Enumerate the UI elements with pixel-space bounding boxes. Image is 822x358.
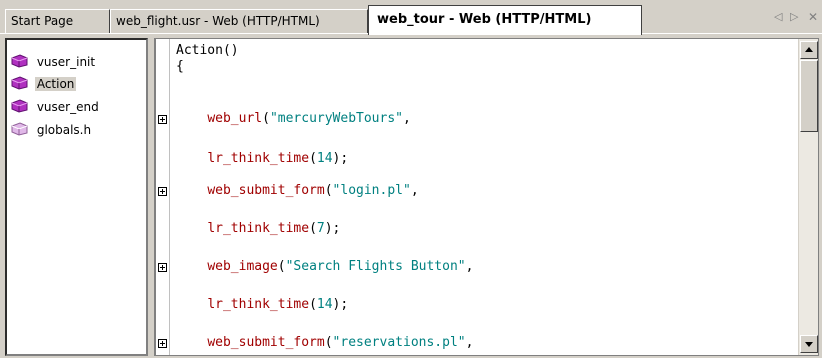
string-literal: "Search Flights Button" (285, 259, 466, 274)
function-name: lr_think_time (207, 297, 310, 312)
tree-item-label: globals.h (36, 123, 92, 137)
number-literal: 7 (316, 221, 325, 236)
fold-gutter (156, 39, 170, 355)
function-name: web_submit_form (207, 335, 325, 350)
vertical-scrollbar[interactable] (798, 39, 818, 355)
code-punctuation: , (403, 111, 411, 126)
script-file-icon (11, 54, 28, 68)
code-punctuation: , (465, 259, 474, 274)
code-punctuation: ); (332, 297, 349, 312)
tab-web-tour[interactable]: web_tour - Web (HTTP/HTML) (368, 5, 642, 35)
code-punctuation: ); (324, 221, 341, 236)
code-line: lr_think_time(7); (207, 221, 341, 236)
code-line: lr_think_time(14); (207, 297, 349, 312)
tab-web-flight[interactable]: web_flight.usr - Web (HTTP/HTML) (110, 9, 368, 33)
fold-expand-icon[interactable] (158, 339, 167, 348)
scroll-down-button[interactable] (800, 335, 818, 353)
pane-splitter[interactable] (148, 38, 155, 356)
script-tree-pane: vuser_init Action vuser_end globals.h (5, 38, 148, 356)
function-name: lr_think_time (207, 151, 310, 166)
code-punctuation: ); (332, 151, 349, 166)
tab-scroll-left-icon[interactable]: ◁ (774, 10, 782, 23)
tree-item-action[interactable]: Action (10, 74, 77, 94)
code-line: web_submit_form("login.pl", (207, 183, 419, 198)
script-editor-window: Start Page web_flight.usr - Web (HTTP/HT… (0, 0, 822, 358)
code-line: lr_think_time(14); (207, 151, 349, 166)
string-literal: "login.pl" (332, 183, 411, 198)
function-name: web_url (207, 111, 263, 126)
tab-scroll-right-icon[interactable]: ▷ (790, 10, 798, 23)
function-name: web_submit_form (207, 183, 325, 198)
string-literal: "mercuryWebTours" (269, 111, 403, 126)
fold-expand-icon[interactable] (158, 187, 167, 196)
tree-item-label: vuser_end (36, 100, 99, 114)
number-literal: 14 (316, 151, 333, 166)
close-icon[interactable]: ✕ (808, 10, 818, 24)
document-tab-bar: Start Page web_flight.usr - Web (HTTP/HT… (0, 0, 822, 38)
function-name: web_image (207, 259, 278, 274)
string-literal: "reservations.pl" (332, 335, 466, 350)
script-file-icon (11, 76, 28, 90)
scrollbar-thumb[interactable] (800, 60, 818, 132)
code-punctuation: , (410, 183, 419, 198)
tab-start-page[interactable]: Start Page (5, 9, 110, 33)
code-line: web_image("Search Flights Button", (207, 259, 474, 274)
fold-expand-icon[interactable] (158, 263, 167, 272)
header-file-icon (11, 122, 28, 136)
tree-item-label: Action (34, 77, 77, 91)
function-name: lr_think_time (207, 221, 310, 236)
tree-item-vuser-init[interactable]: vuser_init (10, 52, 97, 72)
script-file-icon (11, 99, 28, 113)
code-text: Action() (176, 43, 239, 58)
scroll-up-button[interactable] (800, 41, 818, 59)
tree-item-globals[interactable]: globals.h (10, 120, 93, 140)
code-text: { (176, 59, 184, 74)
tree-item-label: vuser_init (36, 55, 96, 69)
tree-item-vuser-end[interactable]: vuser_end (10, 97, 101, 117)
code-punctuation: , (465, 335, 474, 350)
code-editor[interactable]: Action() { web_url("mercuryWebTours", lr… (155, 38, 819, 356)
number-literal: 14 (316, 297, 333, 312)
fold-expand-icon[interactable] (158, 115, 167, 124)
code-line: web_url("mercuryWebTours", (207, 111, 411, 126)
code-line: Action() (176, 43, 239, 58)
code-line: { (176, 59, 184, 74)
code-line: web_submit_form("reservations.pl", (207, 335, 474, 350)
